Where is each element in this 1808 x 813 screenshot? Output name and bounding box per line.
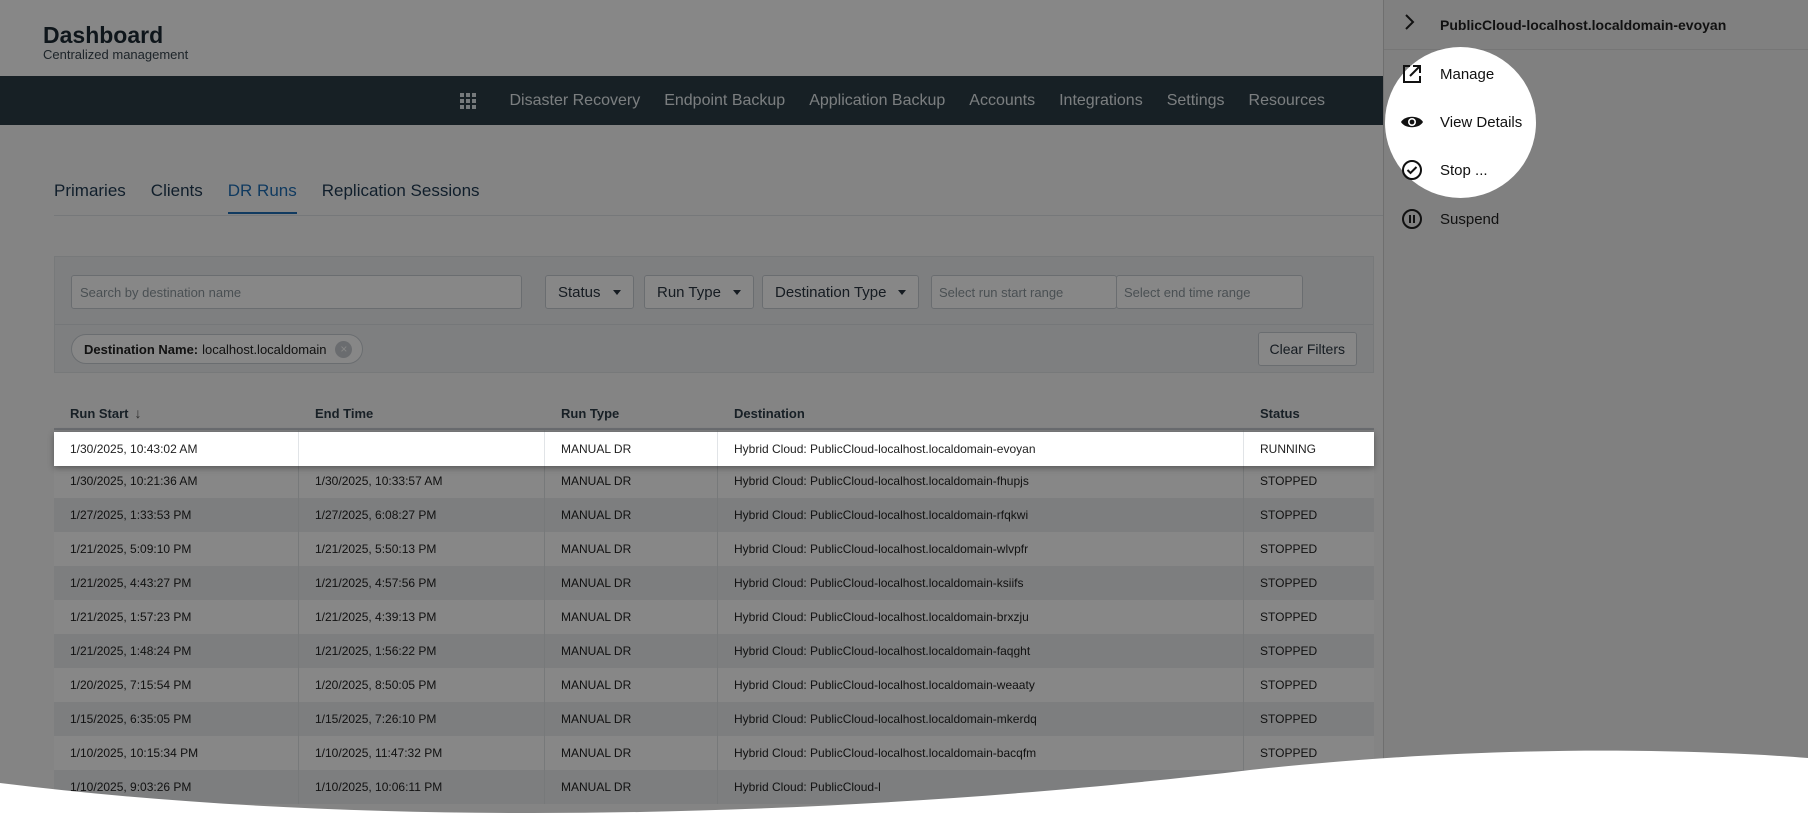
selected-table-row[interactable]: 1/30/2025, 10:43:02 AM MANUAL DR Hybrid …	[54, 432, 1374, 466]
main-page: Dashboard Centralized management Disaste…	[0, 0, 1383, 813]
side-panel-menu: Manage View Details Stop ... Suspend	[1383, 0, 1808, 813]
menu-item-suspend[interactable]: Suspend	[1383, 197, 1808, 241]
bottom-wave-decoration	[0, 750, 1808, 813]
menu-label: Stop ...	[1440, 161, 1488, 179]
cell-destination: Hybrid Cloud: PublicCloud-localhost.loca…	[718, 432, 1244, 466]
menu-item-manage[interactable]: Manage	[1383, 52, 1808, 96]
cell-run-type: MANUAL DR	[545, 432, 718, 466]
check-circle-icon	[1400, 158, 1424, 182]
cell-run-start: 1/30/2025, 10:43:02 AM	[54, 432, 299, 466]
pause-circle-icon	[1400, 207, 1424, 231]
menu-label: Suspend	[1440, 210, 1500, 228]
menu-label: View Details	[1440, 113, 1523, 131]
menu-label: Manage	[1440, 65, 1495, 83]
modal-overlay[interactable]	[0, 0, 1383, 813]
cell-end-time	[299, 432, 545, 466]
menu-item-view-details[interactable]: View Details	[1383, 100, 1808, 144]
eye-icon	[1400, 110, 1424, 134]
external-link-icon	[1400, 62, 1424, 86]
menu-item-stop[interactable]: Stop ...	[1383, 148, 1808, 192]
cell-status: RUNNING	[1260, 442, 1316, 456]
